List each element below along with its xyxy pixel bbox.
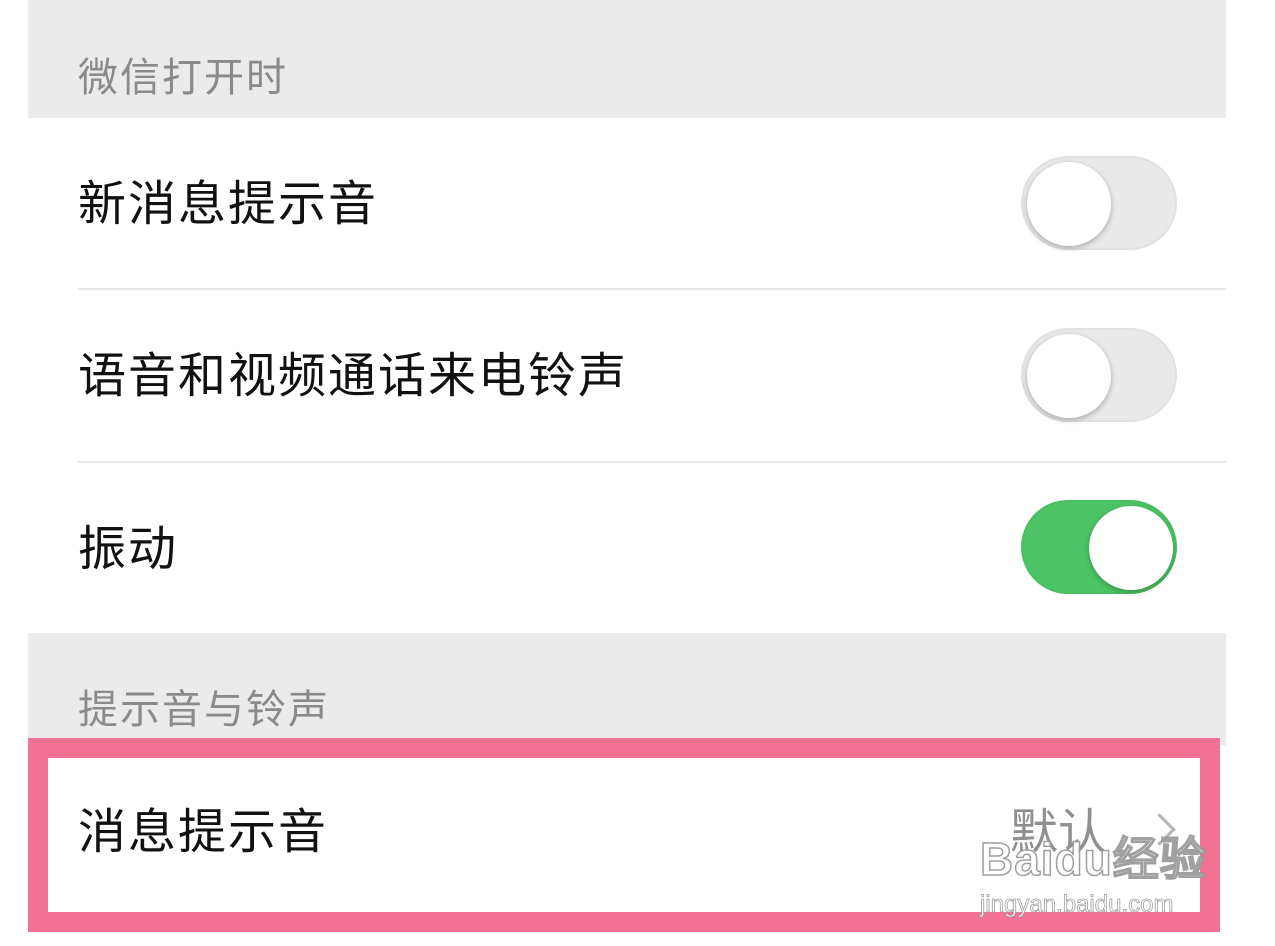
- notification-settings-screen: 微信打开时 新消息提示音 语音和视频通话来电铃声 振动 提示音与铃声 消息提示音…: [0, 0, 1275, 946]
- baidu-watermark-url: jingyan.baidu.com: [980, 891, 1174, 918]
- toggle-knob: [1027, 162, 1111, 246]
- toggle-knob: [1089, 506, 1173, 590]
- section-header-when-open: 微信打开时: [78, 55, 288, 101]
- call-ringtone-toggle[interactable]: [1021, 328, 1177, 422]
- new-message-sound-toggle[interactable]: [1021, 156, 1177, 250]
- setting-label: 语音和视频通话来电铃声: [78, 348, 629, 404]
- setting-label: 振动: [78, 521, 179, 577]
- message-tone-label: 消息提示音: [78, 804, 329, 860]
- vibrate-toggle[interactable]: [1021, 500, 1177, 594]
- setting-label: 新消息提示音: [78, 176, 379, 232]
- section-header-sounds: 提示音与铃声: [78, 687, 330, 733]
- toggle-knob: [1027, 334, 1111, 418]
- baidu-watermark: Baidu经验: [979, 833, 1207, 885]
